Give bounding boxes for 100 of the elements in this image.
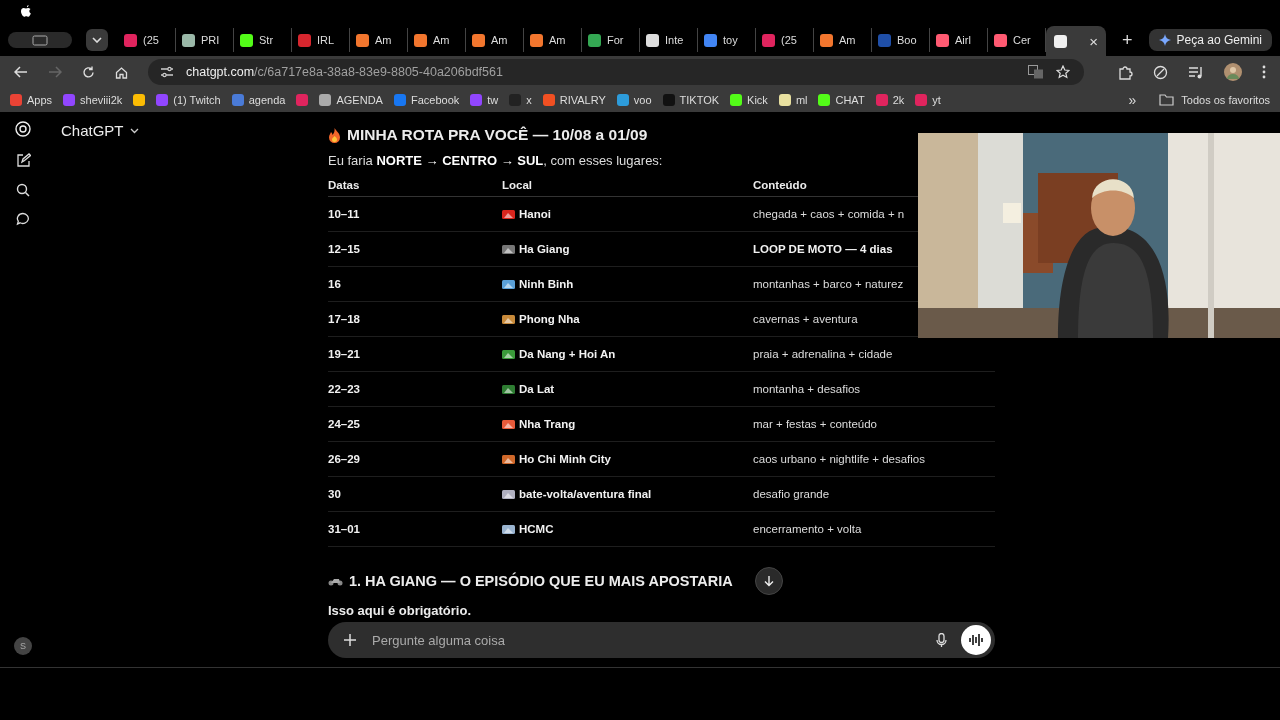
bookmark[interactable]: 2k	[875, 94, 905, 106]
bookmark[interactable]: Kick	[730, 94, 768, 106]
window-icon	[32, 34, 48, 46]
composer-bar[interactable]: Pergunte alguma coisa	[328, 622, 995, 658]
fire-icon	[328, 127, 341, 143]
star-icon[interactable]	[1056, 65, 1070, 79]
section-heading: 1. HA GIANG — O EPISÓDIO QUE EU MAIS APOSTARIA	[349, 573, 733, 589]
browser-tab[interactable]: Inte	[640, 28, 698, 52]
column-header: Datas	[328, 179, 361, 191]
plus-icon[interactable]	[344, 634, 356, 646]
table-cell: Da Nang + Hoi An	[519, 348, 616, 360]
extensions-icon[interactable]	[1118, 64, 1133, 80]
table-cell: bate-volta/aventura final	[519, 488, 652, 500]
browser-tab[interactable]: Am	[524, 28, 582, 52]
browser-tab[interactable]: For	[582, 28, 640, 52]
bookmark[interactable]: Apps	[10, 94, 53, 106]
bookmark[interactable]: yt	[915, 94, 941, 106]
url-text: chatgpt.com/c/6a717e8a-38a8-83e9-8805-40a206bdf561	[186, 65, 503, 79]
bookmark[interactable]: tw	[470, 94, 499, 106]
logo-icon[interactable]	[14, 120, 32, 138]
table-cell: Hanoi	[519, 208, 551, 220]
media-icon[interactable]	[1188, 65, 1204, 79]
table-cell-text: LOOP DE MOTO — 4 dias	[753, 243, 894, 255]
bookmark[interactable]: Facebook	[393, 94, 460, 106]
folder-icon	[1159, 94, 1175, 106]
section-heading: MINHA ROTA PRA VOCÊ — 10/08 a 01/09	[347, 126, 648, 144]
bookmark[interactable]: CHAT	[818, 94, 865, 106]
browser-tab[interactable]: Am	[466, 28, 524, 52]
site-settings-icon[interactable]	[160, 66, 174, 78]
voice-mode-button[interactable]	[961, 625, 991, 655]
chevron-icon	[129, 127, 139, 134]
new-tab-button[interactable]: +	[1122, 29, 1133, 51]
all-bookmarks-button[interactable]: Todos os favoritos	[1159, 94, 1270, 106]
sparkle-icon	[1158, 34, 1171, 46]
gemini-button[interactable]: Peça ao Gemini	[1148, 29, 1272, 51]
close-tab-button[interactable]: ×	[1089, 32, 1098, 50]
reload-icon[interactable]	[82, 65, 95, 79]
browser-tab[interactable]: Am	[408, 28, 466, 52]
apple-icon[interactable]	[20, 5, 32, 19]
browser-tab[interactable]: Am	[350, 28, 408, 52]
table-cell: Da Lat	[519, 383, 555, 395]
browser-tab[interactable]: Boo	[872, 28, 930, 52]
new-chat-icon[interactable]	[15, 153, 31, 168]
bookmark[interactable]: (1) Twitch	[156, 94, 221, 106]
column-header: Conteúdo	[753, 179, 808, 191]
browser-tab[interactable]: Str	[234, 28, 292, 52]
table-cell-text: 22–23	[328, 383, 361, 395]
message-field[interactable]: Pergunte alguma coisa	[370, 631, 922, 649]
table-cell: Ho Chi Minh City	[519, 453, 611, 465]
landscape-icon	[502, 278, 515, 290]
table-cell-text: 12–15	[328, 243, 361, 255]
table-cell-text: montanha + desafios	[753, 383, 862, 395]
table-cell-text: mar + festas + conteúdo	[753, 418, 879, 430]
browser-tab[interactable]: (25	[756, 28, 814, 52]
address-field[interactable]: chatgpt.com/c/6a717e8a-38a8-83e9-8805-40a206bdf561	[148, 59, 1084, 85]
browser-tab[interactable]: IRL	[292, 28, 350, 52]
back-icon[interactable]	[14, 66, 28, 78]
home-icon[interactable]	[115, 65, 128, 79]
table-cell-text: 26–29	[328, 453, 361, 465]
user-avatar[interactable]: S	[14, 637, 32, 655]
table-cell: Nha Trang	[519, 418, 576, 430]
browser-tab[interactable]: Am	[814, 28, 872, 52]
table-cell-text: montanhas + barco + naturez	[753, 278, 905, 290]
browser-tab[interactable]: Airl	[930, 28, 988, 52]
profile-avatar[interactable]	[1224, 63, 1242, 81]
bookmark[interactable]	[133, 94, 146, 106]
browser-tab[interactable]: ×	[1046, 26, 1106, 56]
menu-icon[interactable]	[1262, 65, 1266, 79]
bookmark[interactable]: AGENDA	[319, 94, 383, 106]
column-header: Local	[502, 179, 534, 191]
bookmark[interactable]: ml	[778, 94, 808, 106]
bookmark[interactable]: RIVALRY	[542, 94, 606, 106]
table-cell-text: 24–25	[328, 418, 361, 430]
chat-icon[interactable]	[16, 212, 30, 226]
table-cell-text: 17–18	[328, 313, 361, 325]
browser-tab[interactable]: toy	[698, 28, 756, 52]
table-cell-text: 30	[328, 488, 342, 500]
more-bookmarks-button[interactable]: »	[1128, 92, 1137, 108]
microphone-icon[interactable]	[936, 632, 947, 648]
table-cell-text: 16	[328, 278, 342, 290]
browser-tab[interactable]: PRI	[176, 28, 234, 52]
bookmark[interactable]: x	[509, 94, 532, 106]
model-selector[interactable]: ChatGPT	[61, 122, 139, 139]
waveform-icon	[969, 633, 983, 647]
tab-groups-button[interactable]	[8, 32, 72, 48]
table-cell-text: 31–01	[328, 523, 361, 535]
browser-tab[interactable]: Cer	[988, 28, 1046, 52]
scroll-down-button[interactable]	[754, 567, 783, 595]
chevron-icon	[92, 37, 102, 43]
tab-search-button[interactable]	[86, 29, 108, 51]
bookmark[interactable]: sheviii2k	[63, 94, 123, 106]
browser-tab[interactable]: (25	[118, 28, 176, 52]
bookmark[interactable]: agenda	[231, 94, 286, 106]
search-icon[interactable]	[16, 183, 30, 197]
bookmark[interactable]: voo	[616, 94, 652, 106]
table-cell-text: 10–11	[328, 208, 361, 220]
table-cell-text: desafio grande	[753, 488, 831, 500]
body-text: Isso aqui é obrigatório.	[328, 603, 473, 618]
bookmark[interactable]: TIKTOK	[662, 94, 720, 106]
translate-icon[interactable]	[1028, 65, 1044, 79]
